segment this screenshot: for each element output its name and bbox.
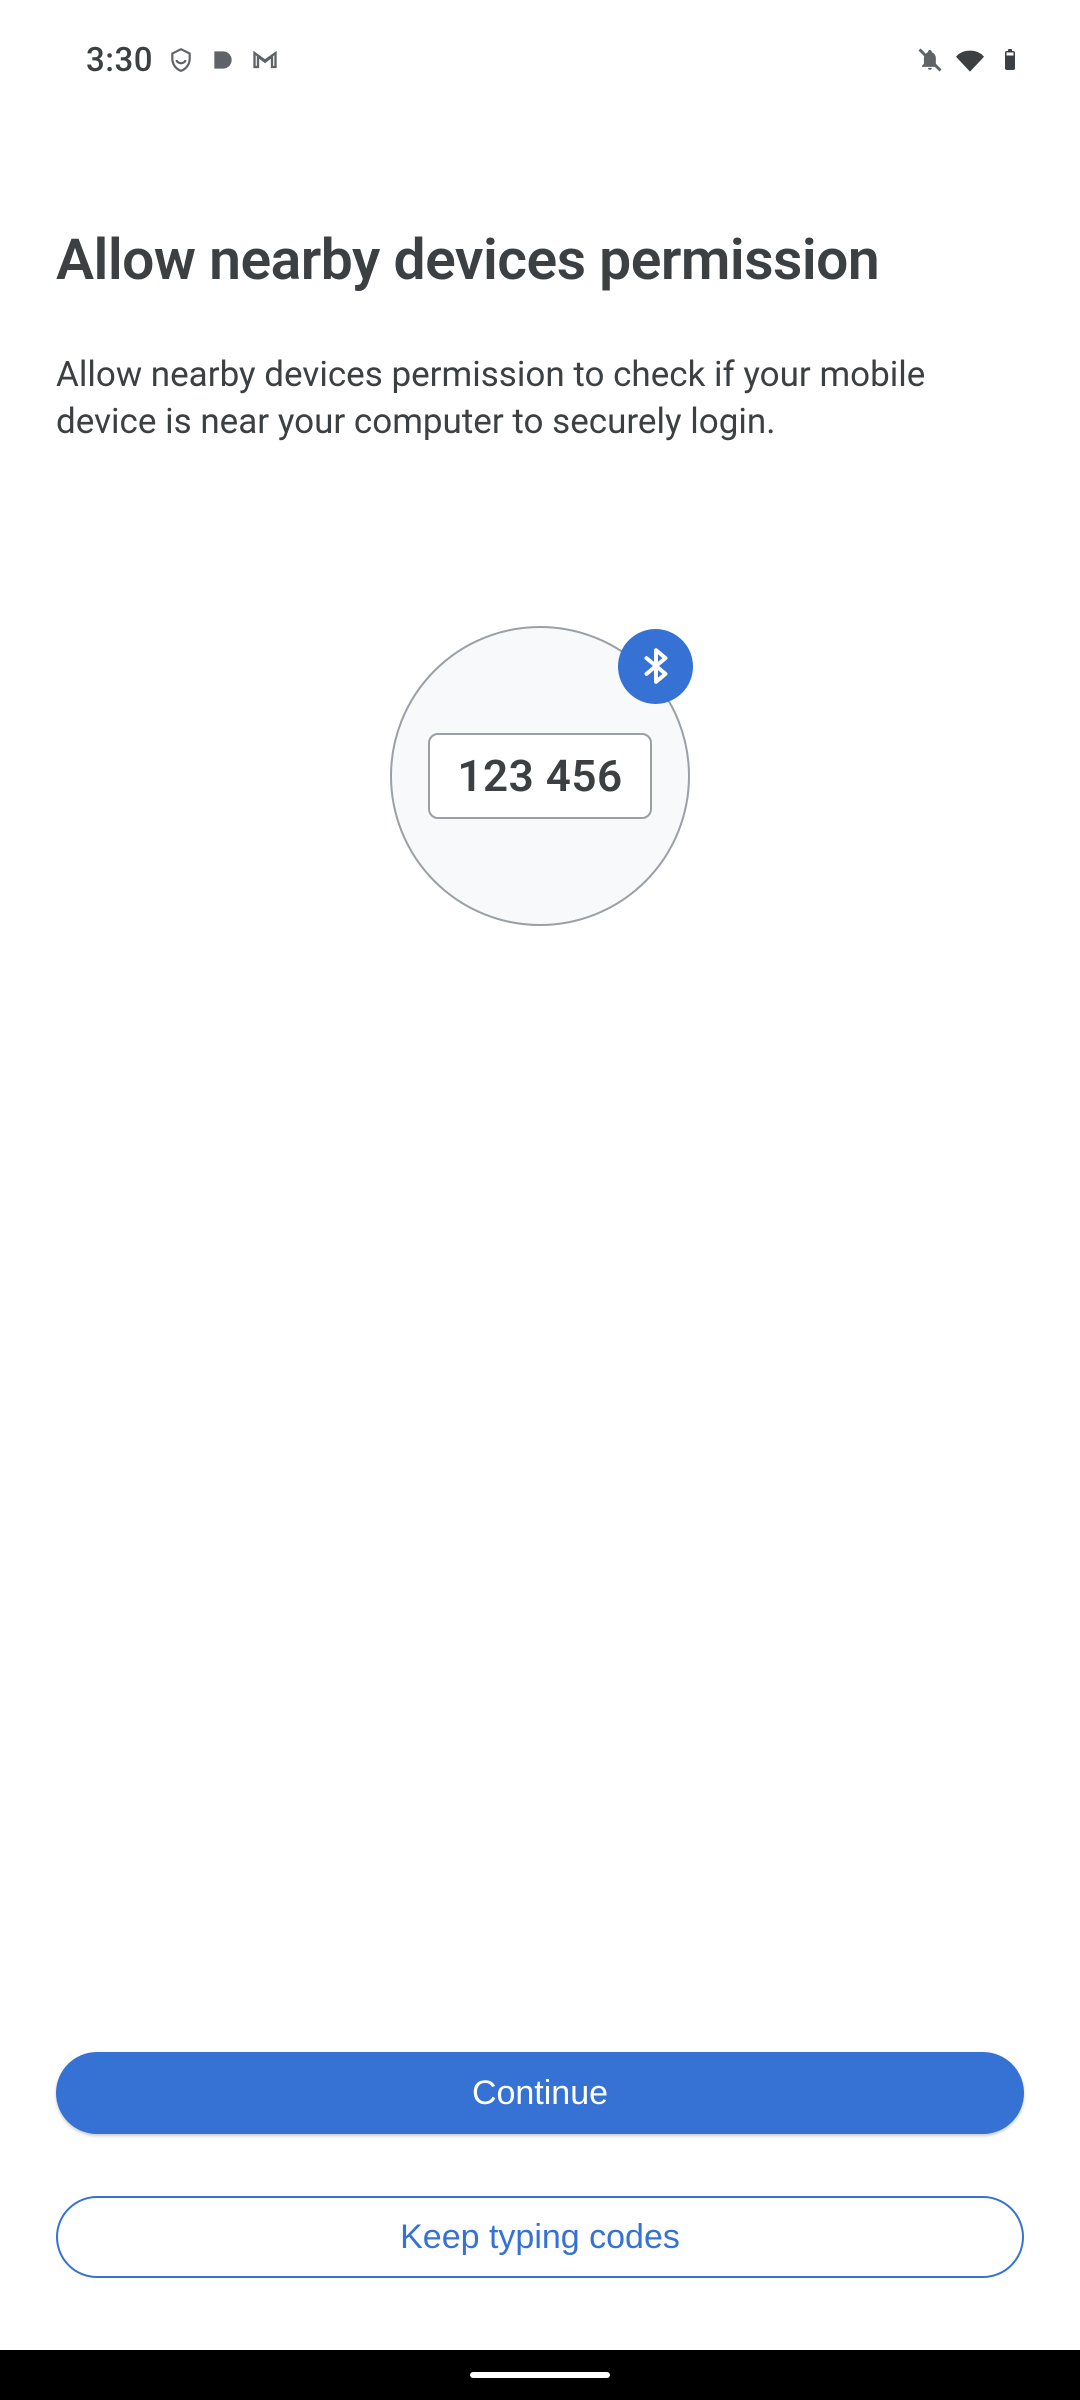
page-title: Allow nearby devices permission [56,225,1024,295]
page-description: Allow nearby devices permission to check… [56,351,1024,446]
nav-handle[interactable] [470,2372,610,2378]
button-container: Continue Keep typing codes [56,2052,1024,2278]
d-icon [209,46,237,74]
shield-icon [167,46,195,74]
battery-icon [996,46,1024,74]
status-time: 3:30 [86,41,153,80]
content-area: Allow nearby devices permission Allow ne… [0,225,1080,926]
bluetooth-icon [618,629,693,704]
code-display: 123 456 [428,733,652,819]
keep-typing-codes-button[interactable]: Keep typing codes [56,2196,1024,2278]
notifications-off-icon [916,46,944,74]
illustration: 123 456 [56,626,1024,926]
gmail-icon [251,46,279,74]
status-bar-left: 3:30 [86,41,279,80]
navigation-bar [0,2350,1080,2400]
illustration-circle: 123 456 [390,626,690,926]
status-bar: 3:30 [0,0,1080,90]
continue-button[interactable]: Continue [56,2052,1024,2134]
wifi-icon [956,46,984,74]
status-bar-right [916,46,1024,74]
